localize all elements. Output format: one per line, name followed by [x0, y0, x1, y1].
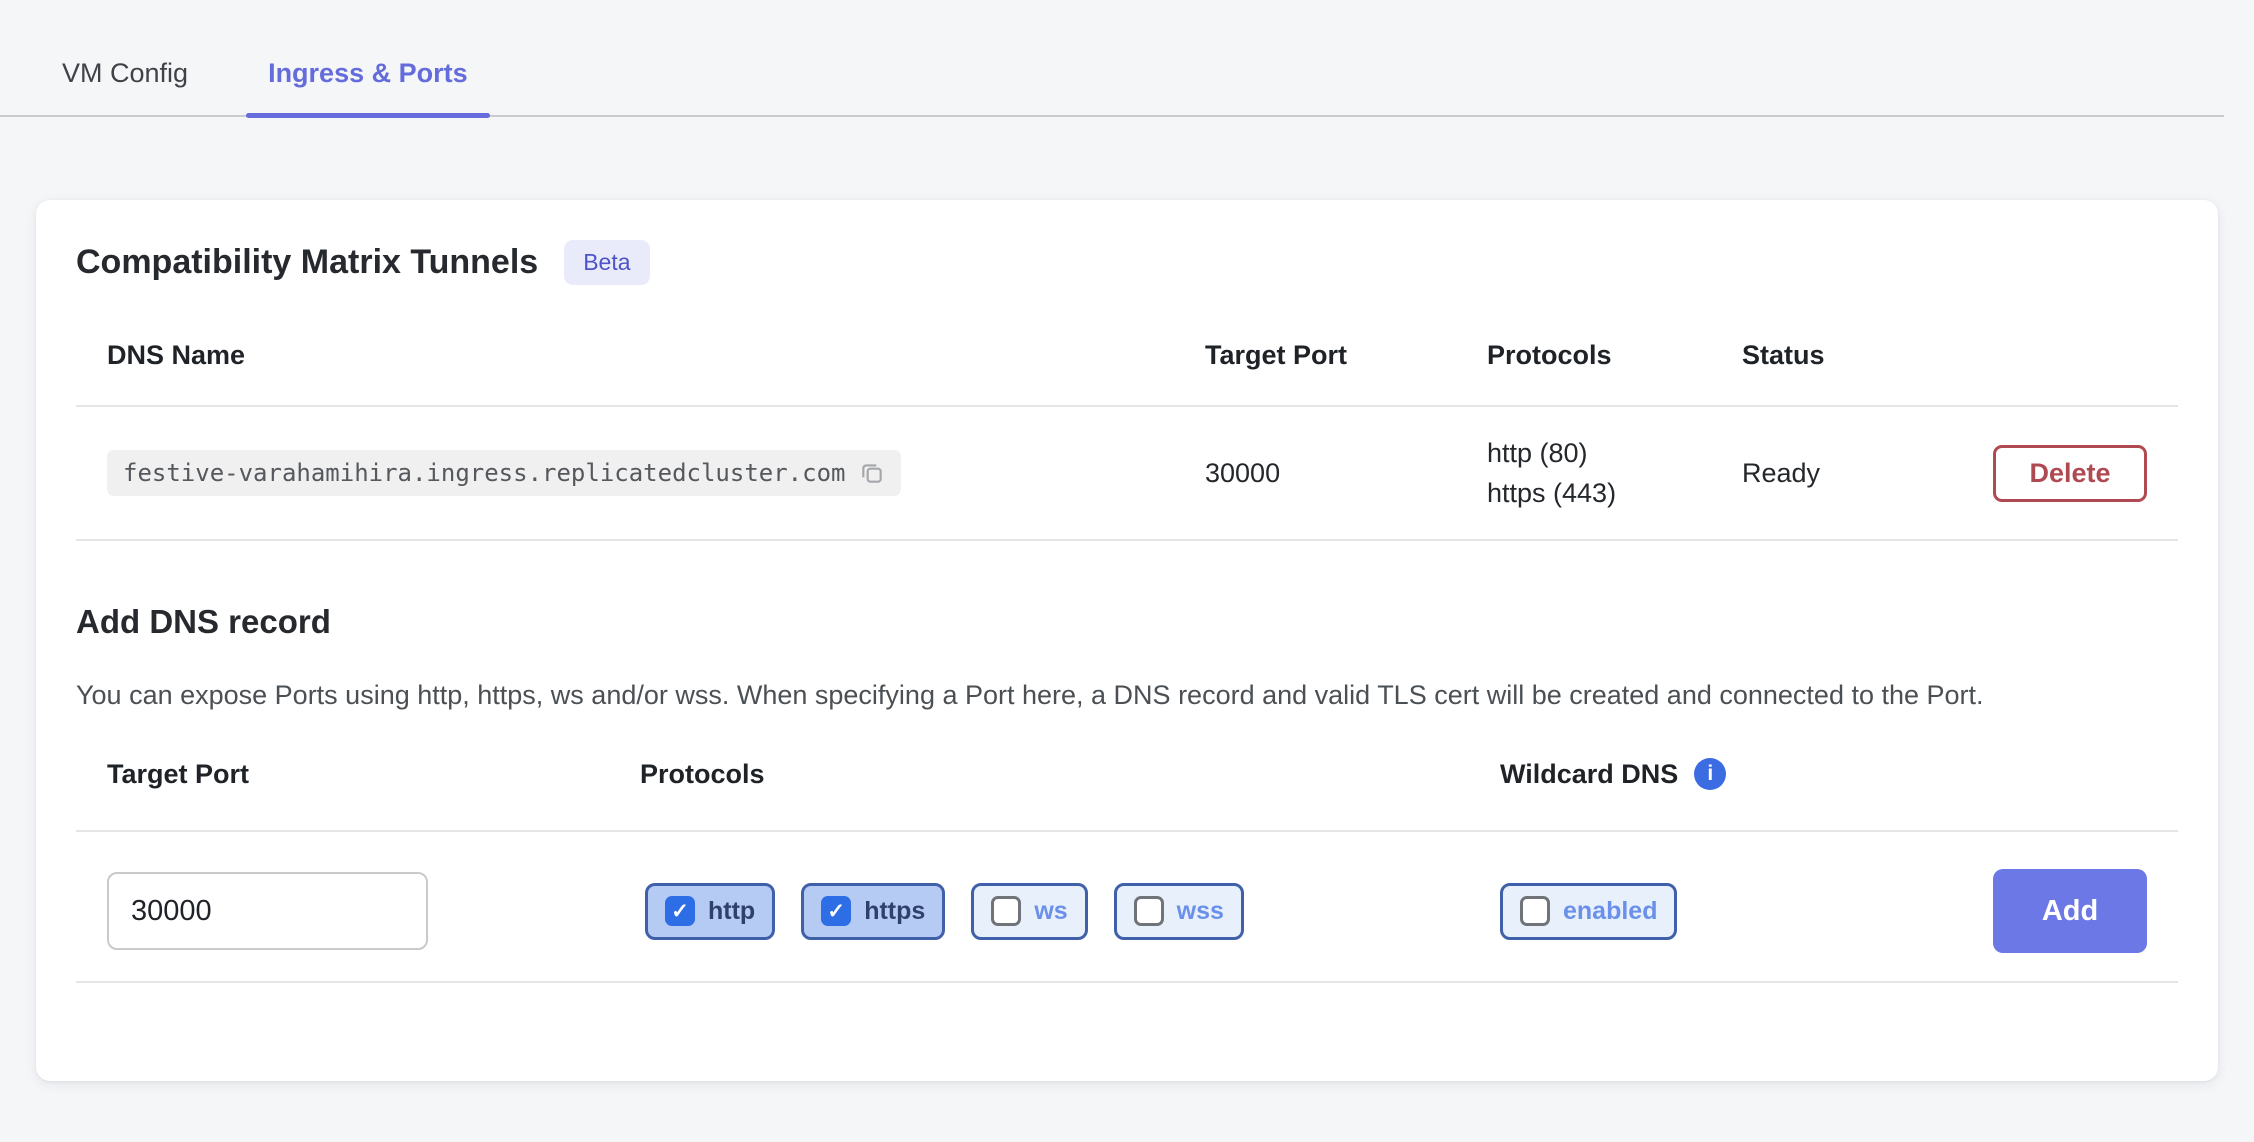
form-bottom-divider — [76, 981, 2178, 983]
dns-name-pill: festive-varahamihira.ingress.replicatedc… — [107, 450, 901, 496]
form-labels-row: Target Port Protocols Wildcard DNS i — [76, 758, 2178, 790]
panel-title-row: Compatibility Matrix Tunnels Beta — [76, 240, 2178, 285]
protocols-cell: http (80) https (443) — [1487, 433, 1742, 513]
wildcard-field-wrap: enabled — [1500, 883, 1993, 940]
table-row: festive-varahamihira.ingress.replicatedc… — [76, 407, 2178, 539]
label-wildcard-dns: Wildcard DNS i — [1500, 758, 1993, 790]
protocol-checkbox-http[interactable]: http — [645, 883, 775, 940]
add-button[interactable]: Add — [1993, 869, 2147, 953]
chip-label: enabled — [1563, 897, 1657, 926]
dns-name-value: festive-varahamihira.ingress.replicatedc… — [123, 459, 845, 487]
protocol-checkbox-https[interactable]: https — [801, 883, 945, 940]
add-dns-heading: Add DNS record — [76, 603, 2178, 641]
target-port-cell: 30000 — [1205, 458, 1487, 489]
tunnels-panel: Compatibility Matrix Tunnels Beta DNS Na… — [36, 200, 2218, 1081]
target-port-input[interactable] — [107, 872, 428, 950]
tunnels-table-header: DNS Name Target Port Protocols Status — [76, 340, 2178, 371]
add-dns-description: You can expose Ports using http, https, … — [76, 675, 2136, 716]
chip-label: ws — [1034, 897, 1067, 926]
column-header-status: Status — [1742, 340, 1993, 371]
checkbox-unchecked-icon — [1520, 896, 1550, 926]
wildcard-dns-text: Wildcard DNS — [1500, 759, 1678, 790]
column-header-protocols: Protocols — [1487, 340, 1742, 371]
status-cell: Ready — [1742, 458, 1993, 489]
label-target-port: Target Port — [76, 759, 640, 790]
protocol-chip-row: http https ws wss — [640, 883, 1500, 940]
tab-ingress-ports[interactable]: Ingress & Ports — [246, 58, 490, 115]
form-controls-row: http https ws wss enabled Add — [76, 832, 2178, 981]
column-header-dns-name: DNS Name — [76, 340, 1205, 371]
chip-label: https — [864, 897, 925, 926]
checkbox-checked-icon — [821, 896, 851, 926]
protocol-checkbox-ws[interactable]: ws — [971, 883, 1087, 940]
chip-label: wss — [1177, 897, 1224, 926]
protocol-https: https (443) — [1487, 473, 1742, 513]
wildcard-enabled-checkbox[interactable]: enabled — [1500, 883, 1677, 940]
beta-badge: Beta — [564, 240, 649, 285]
add-button-wrap: Add — [1993, 869, 2178, 953]
table-row-divider — [76, 539, 2178, 541]
checkbox-unchecked-icon — [1134, 896, 1164, 926]
protocol-checkbox-wss[interactable]: wss — [1114, 883, 1244, 940]
delete-button[interactable]: Delete — [1993, 445, 2147, 502]
tab-vm-config[interactable]: VM Config — [40, 58, 210, 115]
copy-icon[interactable] — [859, 460, 885, 486]
label-protocols: Protocols — [640, 759, 1500, 790]
target-port-field-wrap — [76, 872, 640, 950]
info-icon[interactable]: i — [1694, 758, 1726, 790]
column-header-target-port: Target Port — [1205, 340, 1487, 371]
checkbox-unchecked-icon — [991, 896, 1021, 926]
checkbox-checked-icon — [665, 896, 695, 926]
chip-label: http — [708, 897, 755, 926]
dns-name-cell: festive-varahamihira.ingress.replicatedc… — [76, 450, 1205, 496]
panel-title: Compatibility Matrix Tunnels — [76, 243, 538, 282]
protocol-http: http (80) — [1487, 433, 1742, 473]
actions-cell: Delete — [1993, 445, 2178, 502]
tab-bar: VM Config Ingress & Ports — [0, 0, 2224, 117]
